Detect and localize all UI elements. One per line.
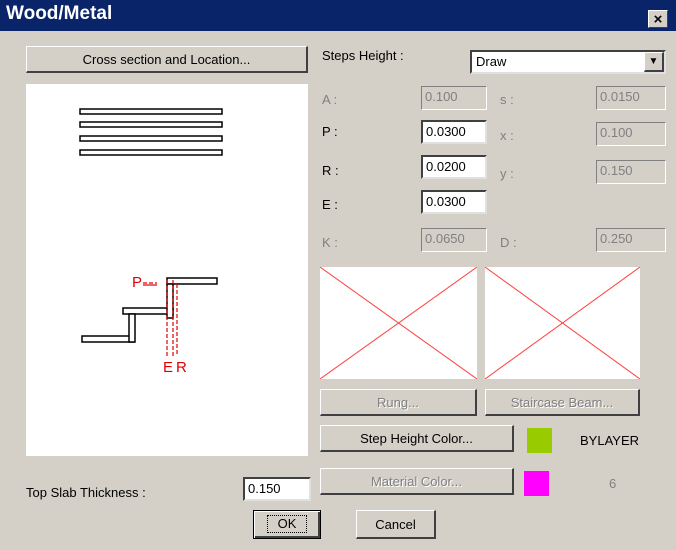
label-k: K : <box>322 235 338 250</box>
label-x: x : <box>500 128 514 143</box>
ok-button[interactable]: OK <box>253 510 321 539</box>
side-riser-lower <box>128 313 136 343</box>
empty-preview-cross <box>319 266 478 380</box>
staircase-beam-preview <box>484 266 641 380</box>
chevron-down-icon[interactable]: ▼ <box>644 52 664 72</box>
label-s: s : <box>500 92 514 107</box>
label-r: R <box>176 359 187 376</box>
rung-preview <box>319 266 478 380</box>
side-riser-upper <box>166 283 174 319</box>
step-height-color-text: BYLAYER <box>580 433 640 448</box>
label-r-param: R : <box>322 163 339 178</box>
side-step-top <box>166 277 218 285</box>
close-button[interactable]: × <box>648 10 668 28</box>
top-slab-label: Top Slab Thickness : <box>26 485 146 500</box>
ok-label: OK <box>266 515 308 533</box>
staircase-beam-button[interactable]: Staircase Beam... <box>485 389 640 416</box>
field-k[interactable]: 0.0650 <box>421 228 487 252</box>
material-color-swatch <box>524 471 549 496</box>
material-color-text: 6 <box>609 476 617 491</box>
empty-preview-cross <box>484 266 641 380</box>
label-e-param: E : <box>322 197 338 212</box>
field-e[interactable]: 0.0300 <box>421 190 487 214</box>
label-a: A : <box>322 92 338 107</box>
top-view-line-3 <box>79 135 223 142</box>
label-e: E <box>163 359 173 376</box>
top-view-line-4 <box>79 149 223 156</box>
label-d: D : <box>500 235 517 250</box>
label-p: P <box>132 274 142 291</box>
cancel-button[interactable]: Cancel <box>356 510 436 539</box>
staircase-drawing: P E R <box>79 108 223 376</box>
steps-height-value: Draw <box>476 54 507 69</box>
side-step-bottom <box>81 335 135 343</box>
window-title: Wood/Metal <box>6 3 113 24</box>
label-y: y : <box>500 166 514 181</box>
field-r[interactable]: 0.0200 <box>421 155 487 179</box>
top-view-line-1 <box>79 108 223 115</box>
top-slab-field[interactable]: 0.150 <box>243 477 311 501</box>
field-p[interactable]: 0.0300 <box>421 120 487 144</box>
field-a[interactable]: 0.100 <box>421 86 487 110</box>
side-step-middle <box>122 307 174 315</box>
field-s[interactable]: 0.0150 <box>596 86 666 110</box>
label-p-param: P : <box>322 124 338 139</box>
field-x[interactable]: 0.100 <box>596 122 666 146</box>
material-color-button[interactable]: Material Color... <box>320 468 514 495</box>
rung-button[interactable]: Rung... <box>320 389 477 416</box>
field-d[interactable]: 0.250 <box>596 228 666 252</box>
field-y[interactable]: 0.150 <box>596 160 666 184</box>
top-view-line-2 <box>79 121 223 128</box>
step-height-color-swatch <box>527 428 552 453</box>
step-height-color-button[interactable]: Step Height Color... <box>320 425 514 452</box>
staircase-preview: P E R <box>26 84 308 456</box>
cross-section-button[interactable]: Cross section and Location... <box>26 46 308 73</box>
steps-height-label: Steps Height : <box>322 48 404 63</box>
steps-height-select[interactable]: Draw ▼ <box>470 50 666 74</box>
